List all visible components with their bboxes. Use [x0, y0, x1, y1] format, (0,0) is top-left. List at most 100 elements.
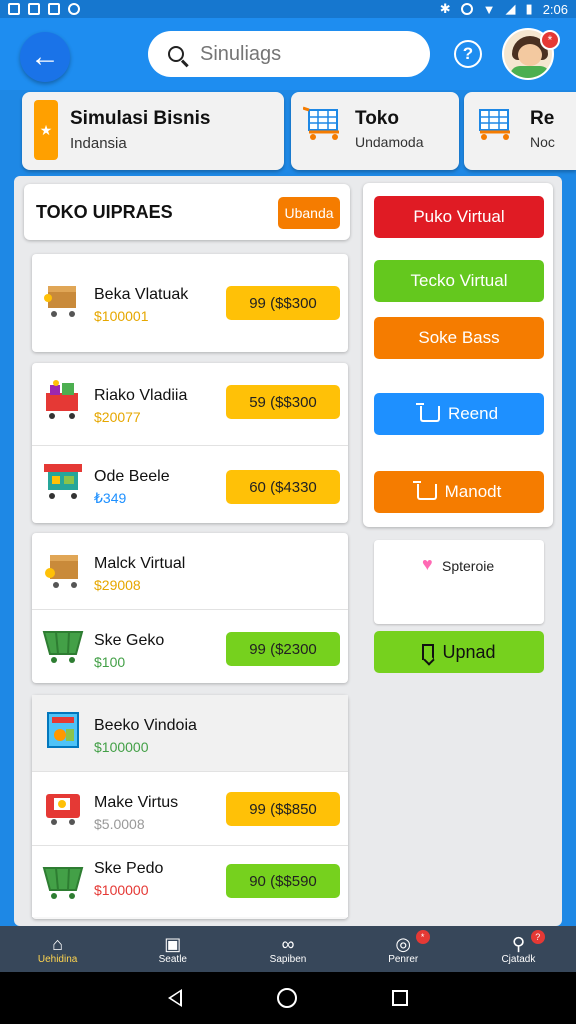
star-tag-icon: ★ [34, 100, 58, 160]
red-cart-icon [46, 794, 80, 825]
list-item[interactable]: Malck Virtual $29008 [32, 533, 348, 609]
nav-item-seatle[interactable]: ▣ Seatle [115, 926, 230, 972]
bluetooth-icon: ✱ [439, 1, 451, 16]
item-price: $5.0008 [94, 816, 145, 832]
bottom-navigation: ⌂ Uehidina ▣ Seatle ∞ Sapiben ◎ Penrer *… [0, 926, 576, 972]
tecko-virtual-button[interactable]: Tecko Virtual [374, 260, 544, 302]
search-bar[interactable] [148, 31, 430, 77]
button-label: Upnad [442, 641, 496, 662]
green-basket-icon [42, 631, 84, 663]
list-item[interactable]: Beeko Vindoia $100000 [32, 695, 348, 771]
green-basket-icon [42, 867, 84, 899]
item-name: Riako Vladiia [94, 387, 188, 404]
product-group: Riako Vladiia $20077 59 ($$300 Ode Beele… [32, 363, 348, 523]
nav-item-home[interactable]: ⌂ Uehidina [0, 926, 115, 972]
product-group: Beeko Vindoia $100000 Make Virtus $5.000… [32, 695, 348, 919]
upload-button[interactable]: Upnad [374, 631, 544, 673]
link-icon: ∞ [281, 933, 295, 954]
store-action-button[interactable]: Ubanda [278, 197, 340, 229]
item-price: $100001 [94, 308, 149, 324]
item-price: $100000 [94, 882, 149, 898]
item-name: Beeko Vindoia [94, 717, 197, 734]
store-title: TOKO UIPRAES [36, 202, 173, 222]
reend-button[interactable]: Reend [374, 393, 544, 435]
item-name: Malck Virtual [94, 555, 186, 572]
cart-icon [412, 481, 437, 500]
clock-time: 2:06 [542, 1, 568, 17]
stall-icon [44, 464, 82, 499]
category-title: Re [530, 108, 555, 129]
cart-icon [415, 403, 440, 422]
buy-button[interactable]: 99 ($$300 [226, 286, 340, 320]
puko-virtual-button[interactable]: Puko Virtual [374, 196, 544, 238]
category-subtitle: Indansia [70, 135, 127, 152]
box-cart-icon [45, 555, 78, 588]
item-name: Ode Beele [94, 468, 170, 485]
home-icon: ⌂ [52, 933, 64, 954]
soke-bass-button[interactable]: Soke Bass [374, 317, 544, 359]
nav-item-penrer[interactable]: ◎ Penrer * [346, 926, 461, 972]
search-icon [168, 46, 184, 62]
notification-badge: ? [530, 930, 545, 944]
button-label: Reend [447, 404, 499, 423]
item-name: Ske Pedo [94, 860, 164, 877]
document-icon: ▣ [164, 933, 182, 954]
nav-label: Sapiben [269, 953, 307, 965]
system-recents-icon[interactable] [392, 990, 409, 1006]
back-button[interactable]: ← [20, 32, 70, 82]
buy-button[interactable]: 59 ($$300 [226, 385, 340, 419]
alarm-icon [460, 3, 473, 15]
item-name: Make Virtus [94, 794, 179, 811]
cart-icon [479, 109, 510, 140]
product-group: Malck Virtual $29008 Ske Geko $100 99 ($… [32, 533, 348, 683]
item-name: Beka Vlatuak [94, 286, 189, 303]
signal-icon: ◢ [505, 1, 516, 16]
search-input[interactable] [200, 42, 400, 66]
nav-label: Penrer [388, 953, 419, 965]
kiosk-icon [47, 712, 79, 748]
buy-button[interactable]: 60 ($4330 [226, 470, 340, 504]
item-price: $20077 [94, 409, 141, 425]
buy-button[interactable]: 99 ($2300 [226, 632, 340, 666]
category-card-simulasi[interactable]: ★ Simulasi Bisnis Indansia [22, 92, 284, 170]
list-item[interactable]: Riako Vladiia $20077 59 ($$300 [32, 365, 348, 441]
manodt-button[interactable]: Manodt [374, 471, 544, 513]
list-item[interactable]: Ske Geko $100 99 ($2300 [32, 609, 348, 685]
nav-item-cjatadk[interactable]: ⚲ Cjatadk ? [461, 926, 576, 972]
buy-button[interactable]: 99 ($$850 [226, 792, 340, 826]
system-home-icon[interactable] [276, 988, 297, 1008]
battery-icon: ▮ [525, 1, 533, 16]
list-item[interactable]: Beka Vlatuak $100001 99 ($$300 [32, 264, 348, 340]
sync-icon [68, 3, 80, 15]
help-icon: ? [462, 44, 474, 63]
category-title: Toko [355, 108, 399, 129]
quick-actions-panel: Puko Virtual Tecko Virtual Soke Bass Ree… [363, 183, 553, 527]
nav-item-sapiben[interactable]: ∞ Sapiben [230, 926, 345, 972]
category-card-re[interactable]: Re Noc [464, 92, 576, 170]
nav-label: Seatle [158, 953, 187, 965]
system-back-icon[interactable] [167, 989, 182, 1007]
list-item[interactable]: Ode Beele ₺349 60 ($4330 [32, 445, 348, 521]
nav-label: Uehidina [37, 953, 78, 965]
buy-button[interactable]: 90 ($$590 [226, 864, 340, 898]
gift-cart-icon [46, 380, 78, 419]
cart-icon [303, 106, 339, 140]
note-card: ♥ Spteroie [374, 540, 544, 624]
compass-icon: ◎ [395, 933, 412, 954]
category-title: Simulasi Bisnis [70, 108, 211, 129]
category-card-toko[interactable]: Toko Undamoda [291, 92, 459, 170]
category-subtitle: Noc [530, 134, 555, 150]
status-bar: ✱ ▼ ◢ ▮ 2:06 [0, 0, 576, 18]
button-label: Tecko Virtual [410, 271, 508, 290]
product-group: Beka Vlatuak $100001 99 ($$300 [32, 254, 348, 352]
heart-icon: ♥ [422, 554, 433, 574]
button-label: Puko Virtual [413, 207, 505, 226]
list-item[interactable]: Make Virtus $5.0008 99 ($$850 [32, 771, 348, 847]
wifi-icon: ▼ [482, 1, 496, 17]
help-button[interactable]: ? [454, 40, 482, 68]
search-tool-icon: ⚲ [511, 933, 525, 954]
box-cart-icon [44, 286, 76, 317]
item-price: $100000 [94, 739, 149, 755]
list-item[interactable]: Ske Pedo $100000 90 ($$590 [32, 845, 348, 917]
item-price: $29008 [94, 577, 141, 593]
